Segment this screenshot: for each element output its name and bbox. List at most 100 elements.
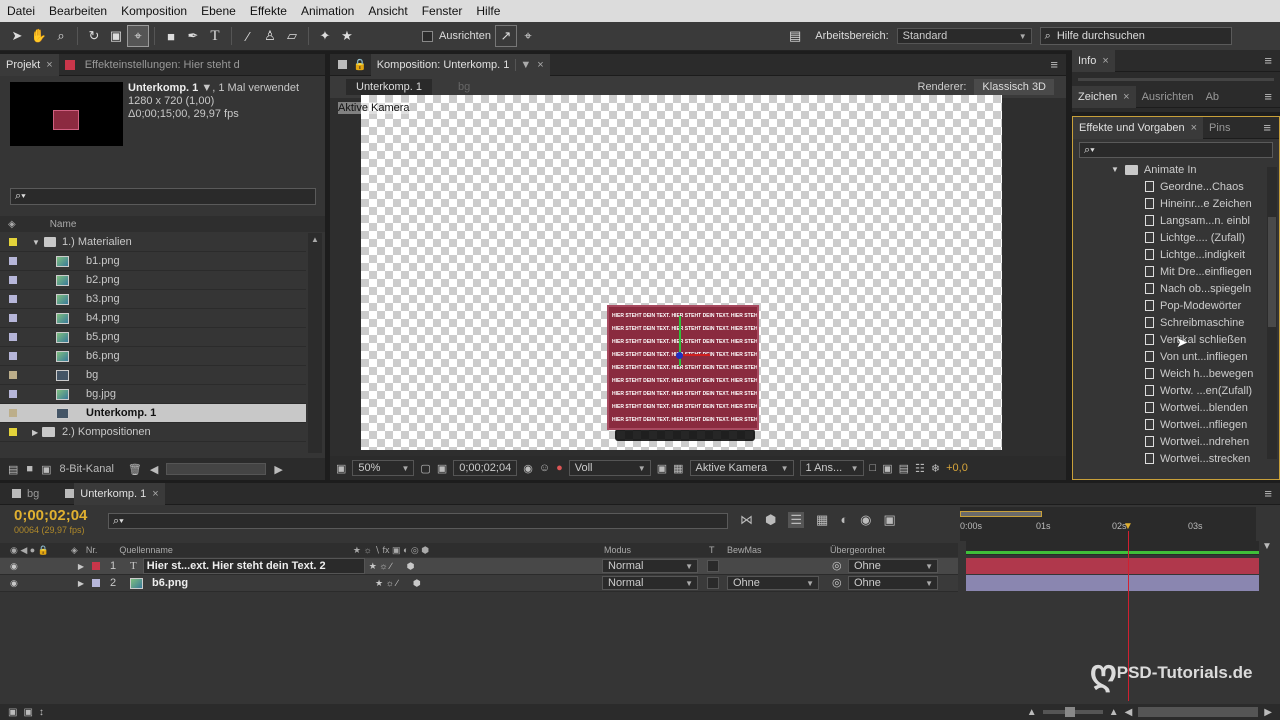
exposure-value[interactable]: +0,0 (946, 462, 968, 474)
brush-tool-icon[interactable]: ∕ (237, 25, 259, 47)
safe-zones-icon[interactable]: ▣ (437, 462, 447, 475)
work-area-bar[interactable] (960, 511, 1042, 517)
effect-preset-item[interactable]: Wortwei...strecken (1073, 450, 1279, 467)
layer-mode-dropdown[interactable]: Normal ▼ (602, 576, 698, 590)
selection-tool-icon[interactable]: ➤ (6, 25, 28, 47)
panel-menu-icon[interactable]: ≡ (1263, 120, 1271, 135)
effect-preset-item[interactable]: Mit Dre...einfliegen (1073, 263, 1279, 280)
time-ruler[interactable]: 0:00s 01s 02s 03s ▼ (960, 507, 1256, 541)
layer-duration-bar[interactable] (966, 575, 1259, 591)
x-axis-gizmo[interactable] (680, 354, 710, 356)
project-item[interactable]: Unterkomp. 1 (0, 404, 306, 423)
project-item[interactable]: b4.png (0, 309, 306, 328)
views-layout-dropdown[interactable]: 1 Ans... ▼ (799, 460, 864, 476)
renderer-button[interactable]: Klassisch 3D (974, 79, 1054, 95)
menu-item-komposition[interactable]: Komposition (114, 4, 194, 18)
parent-dropdown[interactable]: Ohne ▼ (848, 576, 938, 590)
menu-item-ebene[interactable]: Ebene (194, 4, 243, 18)
zoom-tool-icon[interactable]: ⌕ (50, 25, 72, 47)
label-color-swatch[interactable] (9, 238, 17, 246)
tab-timeline-bg[interactable]: bg (21, 483, 45, 505)
effect-preset-item[interactable]: Nach ob...spiegeln (1073, 280, 1279, 297)
label-color-swatch[interactable] (9, 295, 17, 303)
snap-options-icon[interactable]: ⌖ (517, 25, 539, 47)
project-scrollbar[interactable]: ▲ (308, 233, 322, 453)
tab-info[interactable]: Info × (1072, 49, 1115, 72)
bit-depth-button[interactable]: 8-Bit-Kanal (59, 463, 113, 475)
project-search-input[interactable]: ⌕▾ (10, 188, 316, 205)
draft-3d-icon[interactable]: ⬢ (765, 512, 776, 528)
exposure-icon[interactable]: ❄ (931, 462, 940, 475)
project-item[interactable]: bg.jpg (0, 385, 306, 404)
column-parent[interactable]: Übergeordnet (830, 545, 885, 555)
label-color-swatch[interactable] (9, 428, 17, 436)
text-tool-icon[interactable]: T (204, 25, 226, 47)
panel-menu-icon[interactable]: ≡ (1050, 57, 1058, 72)
layer-mode-dropdown[interactable]: Normal ▼ (602, 559, 698, 573)
effect-preset-item[interactable]: Schreibmaschine (1073, 314, 1279, 331)
preserve-transparency-checkbox[interactable] (707, 577, 719, 589)
puppet-tool-icon[interactable]: ★ (336, 25, 358, 47)
column-t[interactable]: T (709, 545, 715, 555)
label-color-swatch[interactable] (9, 390, 17, 398)
toggle-modes-icon[interactable]: ▣ (23, 707, 32, 718)
project-item[interactable]: ▼1.) Materialien☷ (0, 233, 320, 252)
layer-row[interactable]: ◉ ▶ 2 b6.png ★ ☼ ∕ ⬢ Normal ▼ Ohne ▼ ◎ Ohne ▼ (0, 575, 958, 592)
effect-preset-item[interactable]: Wortwei...blenden (1073, 399, 1279, 416)
comp-mini-flowchart-icon[interactable]: ⋈ (740, 512, 753, 528)
hand-tool-icon[interactable]: ✋ (28, 25, 50, 47)
tab-effekte-vorgaben[interactable]: Effekte und Vorgaben × (1073, 116, 1204, 139)
region-icon[interactable]: ▣ (657, 462, 667, 475)
label-color-swatch[interactable] (92, 579, 101, 587)
effect-preset-item[interactable]: Lichtge.... (Zufall) (1073, 229, 1279, 246)
tab-effekteinstellungen[interactable]: Effekteinstellungen: Hier steht d (59, 54, 246, 76)
label-color-swatch[interactable] (9, 314, 17, 322)
timeline-scroll-right-icon[interactable]: ▶ (1264, 707, 1272, 718)
lock-icon[interactable]: 🔒 (353, 58, 367, 71)
label-color-swatch[interactable] (9, 352, 17, 360)
tab-komposition[interactable]: Komposition: Unterkomp. 1 ▼ × (370, 53, 550, 76)
shy-layers-icon[interactable]: ☰ (788, 512, 805, 528)
new-comp-icon[interactable]: ▣ (41, 463, 51, 476)
horizontal-scrollbar[interactable] (166, 463, 267, 475)
project-item[interactable]: b3.png (0, 290, 306, 309)
menu-item-effekte[interactable]: Effekte (243, 4, 294, 18)
label-color-swatch[interactable] (9, 276, 17, 284)
menu-item-fenster[interactable]: Fenster (415, 4, 470, 18)
project-item[interactable]: b5.png (0, 328, 306, 347)
rectangle-tool-icon[interactable]: ■ (160, 25, 182, 47)
layer-row[interactable]: ◉ ▶ 1 T Hier st...ext. Hier steht dein Text.… (0, 558, 958, 575)
timeline-scroll-left-icon[interactable]: ◀ (1125, 707, 1133, 718)
tab-ausrichten[interactable]: Ausrichten (1136, 86, 1200, 108)
timeline-zoom-slider[interactable] (1042, 707, 1103, 717)
layer-name[interactable]: Hier st...ext. Hier steht dein Text. 2 (142, 558, 365, 574)
pan-behind-tool-icon[interactable]: ⌖ (127, 25, 149, 47)
text-layer-box[interactable]: HIER STEHT DEIN TEXT. HIER STEHT DEIN TE… (607, 305, 759, 430)
twirl-icon[interactable]: ▼ (32, 238, 40, 247)
timecode-display[interactable]: 0;00;02;04 (453, 460, 518, 476)
panel-menu-icon[interactable]: ≡ (1264, 53, 1272, 68)
panel-menu-icon[interactable]: ≡ (1264, 89, 1272, 104)
tab-absatz[interactable]: Ab (1200, 86, 1225, 108)
project-item[interactable]: bg (0, 366, 306, 385)
effect-preset-item[interactable]: Wortwei...nfliegen (1073, 416, 1279, 433)
label-color-swatch[interactable] (9, 409, 17, 417)
interpret-footage-icon[interactable]: ▤ (8, 463, 18, 476)
show-snapshot-icon[interactable]: ☺ (539, 462, 550, 474)
label-color-swatch[interactable] (92, 562, 101, 570)
graph-editor-icon[interactable]: ◉ (860, 512, 871, 528)
clone-stamp-tool-icon[interactable]: ♙ (259, 25, 281, 47)
layer-duration-bar[interactable] (966, 558, 1259, 574)
twirl-icon[interactable]: ▶ (78, 562, 84, 571)
toggle-pixel-icon[interactable]: □ (870, 462, 877, 474)
fast-preview-icon[interactable]: ▣ (882, 462, 892, 475)
eye-icon[interactable]: ◉ (10, 578, 18, 589)
preview-icon[interactable]: ▣ (336, 462, 346, 475)
effect-preset-item[interactable]: Langsam...n. einbl (1073, 212, 1279, 229)
effect-preset-item[interactable]: Wortwei...ndrehen (1073, 433, 1279, 450)
fit-icon[interactable]: ▢ (420, 462, 430, 475)
preserve-transparency-checkbox[interactable] (707, 560, 719, 572)
transparency-grid-icon[interactable]: ▦ (673, 462, 683, 475)
column-nr[interactable]: Nr. (86, 545, 98, 555)
effects-scrollbar[interactable] (1267, 167, 1277, 459)
